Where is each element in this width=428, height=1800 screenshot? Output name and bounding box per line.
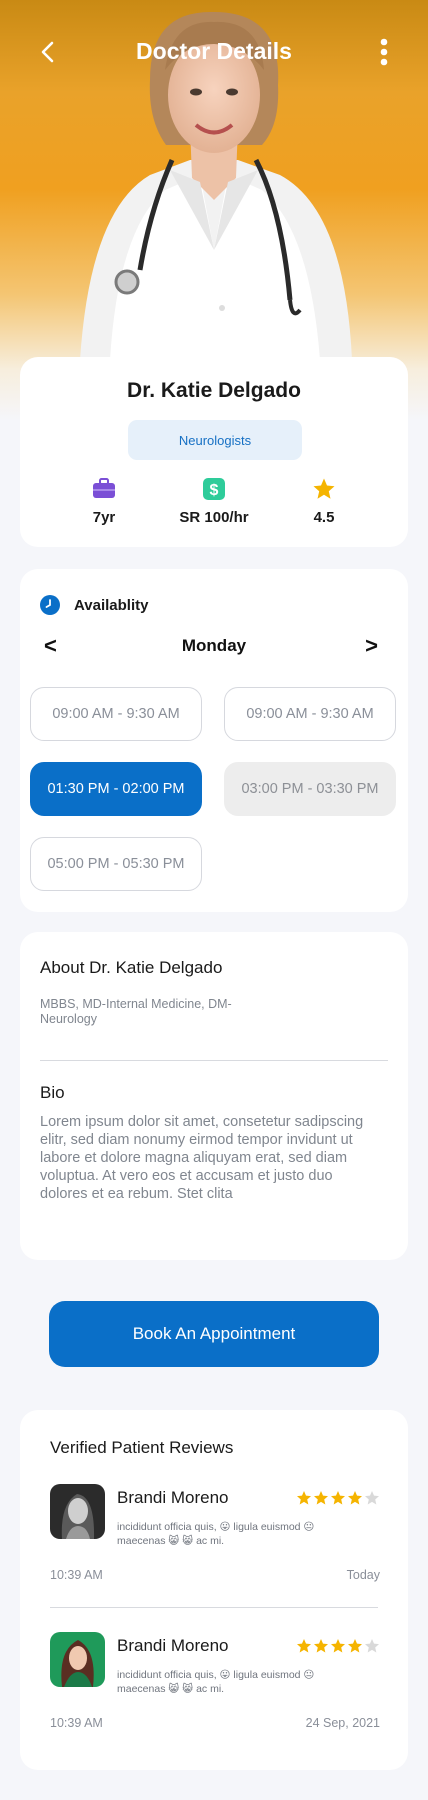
svg-text:$: $ [210,482,219,499]
reviewer-name: Brandi Moreno [117,1636,229,1655]
more-options-button[interactable] [366,34,402,70]
avatar [50,1484,105,1539]
stat-value: 4.5 [313,509,335,526]
doctor-qualifications: MBBS, MD-Internal Medicine, DM-Neurology [40,997,232,1026]
book-appointment-button[interactable]: Book An Appointment [49,1301,379,1367]
page-title: Doctor Details [136,38,292,64]
reviewer-photo [50,1484,105,1539]
star-filled-icon [297,1639,311,1653]
star-empty-icon [365,1491,379,1505]
star-filled-icon [331,1639,345,1653]
time-slot[interactable]: 09:00 AM - 9:30 AM [30,687,202,741]
selected-day: Monday [181,636,247,655]
review-time: 10:39 AM [50,1716,103,1730]
stat-rate: $ SR 100/hr [154,475,274,526]
clock-icon [40,595,60,615]
specialty-badge: Neurologists [128,420,302,460]
stat-rating: 4.5 [264,475,384,526]
stat-experience: 7yr [44,475,164,526]
time-slot[interactable]: 05:00 PM - 05:30 PM [30,837,202,891]
availability-card: Availablity < Monday > 09:00 AM - 9:30 A… [20,569,408,912]
star-icon [313,478,335,499]
more-vertical-icon [380,38,388,66]
divider [40,1060,388,1061]
star-filled-icon [348,1639,362,1653]
star-filled-icon [348,1491,362,1505]
doctor-profile-card: Dr. Katie Delgado Neurologists 7yr $ SR … [20,357,408,547]
time-slot-selected[interactable]: 01:30 PM - 02:00 PM [30,762,202,816]
time-slot-unavailable: 03:00 PM - 03:30 PM [224,762,396,816]
reviews-title: Verified Patient Reviews [50,1438,234,1457]
rating-stars [296,1490,380,1506]
doctor-name: Dr. Katie Delgado [127,379,301,402]
bio-text: Lorem ipsum dolor sit amet, consetetur s… [40,1114,364,1202]
reviewer-name: Brandi Moreno [117,1488,229,1507]
briefcase-icon [93,478,115,498]
star-filled-icon [314,1639,328,1653]
star-filled-icon [331,1491,345,1505]
about-card: About Dr. Katie Delgado MBBS, MD-Interna… [20,932,408,1260]
review-date: 24 Sep, 2021 [305,1716,380,1730]
day-selector: < Monday > [40,631,388,661]
reviewer-photo [50,1632,105,1687]
review-text: incididunt officia quis, 😛 ligula euismo… [117,1669,315,1695]
star-filled-icon [314,1491,328,1505]
rating-stars [296,1638,380,1654]
avatar [50,1632,105,1687]
review-item: Brandi Moreno incididunt officia quis, 😛… [50,1632,380,1780]
top-bar: Doctor Details [0,30,428,74]
stat-value: 7yr [92,509,116,526]
divider [50,1607,378,1608]
availability-header: Availablity [40,595,148,615]
stat-value: SR 100/hr [179,509,249,526]
review-date: Today [346,1568,380,1582]
reviews-card: Verified Patient Reviews Brandi Moreno i… [20,1410,408,1770]
review-time: 10:39 AM [50,1568,103,1582]
star-empty-icon [365,1639,379,1653]
next-day-button[interactable]: > [365,631,378,661]
review-item: Brandi Moreno incididunt officia quis, 😛… [50,1484,380,1632]
review-text: incididunt officia quis, 😛 ligula euismo… [117,1521,315,1547]
bio-title: Bio [40,1083,65,1102]
star-filled-icon [297,1491,311,1505]
time-slot[interactable]: 09:00 AM - 9:30 AM [224,687,396,741]
about-title: About Dr. Katie Delgado [40,958,223,977]
availability-title: Availablity [74,596,149,614]
dollar-icon: $ [203,478,225,500]
